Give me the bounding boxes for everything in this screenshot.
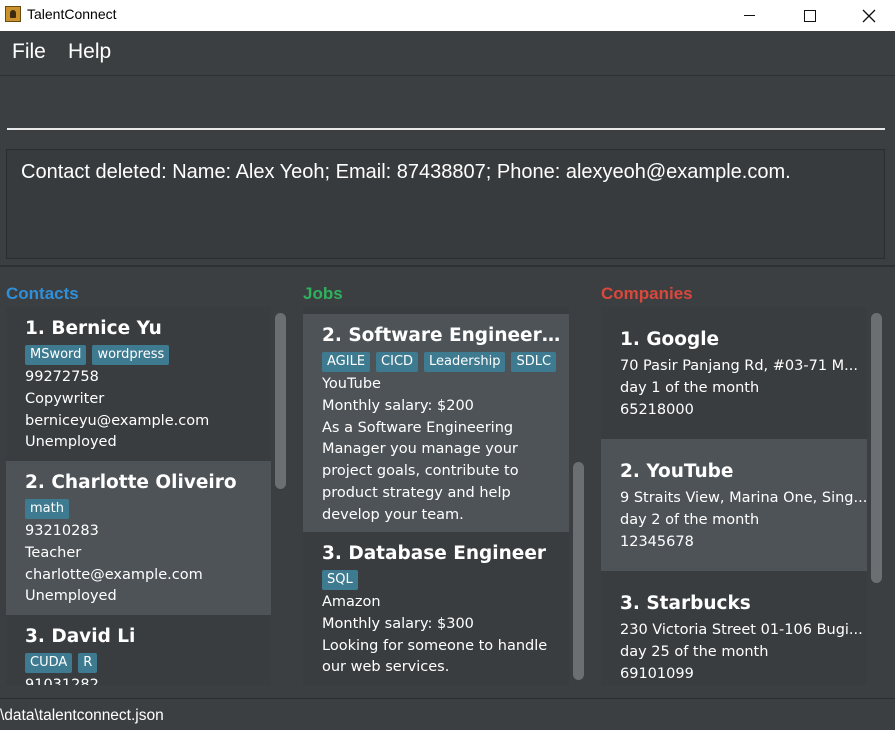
maximize-button[interactable] [781,0,839,31]
contact-card[interactable]: 1. Bernice Yu MSword wordpress 99272758 … [6,307,271,461]
minimize-button[interactable] [720,0,778,31]
menu-file[interactable]: File [12,40,46,64]
contact-phone: 99272758 [25,369,99,385]
company-name: 1. Google [620,329,720,350]
result-message: Contact deleted: Name: Alex Yeoh; Email:… [21,161,791,183]
contacts-scroll-thumb[interactable] [275,313,286,489]
contact-role: Teacher [25,544,82,561]
tag: wordpress [92,345,170,365]
tag: AGILE [322,352,371,372]
job-description: As a Software Engineering Manager you ma… [322,419,519,523]
contact-tags: math [25,499,271,519]
contacts-panel-title: Contacts [6,284,79,303]
result-display: Contact deleted: Name: Alex Yeoh; Email:… [6,149,885,259]
contact-name: 1. Bernice Yu [25,318,162,339]
jobs-list[interactable]: 2. Software Engineering ... AGILE CICD L… [303,307,569,685]
company-address: 70 Pasir Panjang Rd, #03-71 M... [620,358,859,374]
menu-bar: File Help [0,31,895,76]
company-billing-date: day 25 of the month [620,643,769,660]
companies-scroll-thumb[interactable] [871,313,882,583]
company-billing-date: day 2 of the month [620,511,760,528]
contact-email: charlotte@example.com [25,566,203,583]
tag: SQL [322,570,358,590]
divider [0,265,895,267]
jobs-scrollbar[interactable] [573,307,585,685]
close-button[interactable] [840,0,895,31]
contacts-list[interactable]: 1. Bernice Yu MSword wordpress 99272758 … [6,307,271,685]
tag: CICD [376,352,419,372]
title-bar: TalentConnect [0,0,895,31]
companies-panel-title: Companies [601,284,693,303]
command-box [0,76,895,134]
company-card[interactable]: 2. YouTube 9 Straits View, Marina One, S… [601,439,867,571]
tag: math [25,499,69,519]
company-address: 9 Straits View, Marina One, Sing... [620,490,867,506]
job-card[interactable]: 3. Database Engineer SQL Amazon Monthly … [303,532,569,685]
tag: SDLC [511,352,557,372]
company-phone: 69101099 [620,665,694,682]
tag: R [78,653,98,673]
job-salary: Monthly salary: $200 [322,397,474,414]
jobs-panel-title: Jobs [303,284,343,303]
contact-status: Unemployed [25,434,117,451]
company-name: 2. YouTube [620,461,734,482]
tag: CUDA [25,653,73,673]
contact-card[interactable]: 2. Charlotte Oliveiro math 93210283 Teac… [6,461,271,615]
contact-phone: 93210283 [25,523,99,539]
contact-status: Unemployed [25,588,117,605]
status-bar: \data\talentconnect.json [0,698,895,730]
window-title: TalentConnect [27,6,117,22]
jobs-scroll-thumb[interactable] [573,462,584,680]
companies-scrollbar[interactable] [871,307,883,685]
company-card[interactable]: 3. Starbucks 230 Victoria Street 01-106 … [601,571,867,685]
job-title: 3. Database Engineer [322,543,547,564]
company-phone: 65218000 [620,401,694,418]
tag: MSword [25,345,87,365]
job-salary: Monthly salary: $300 [322,615,474,632]
contact-phone: 91031282 [25,677,99,685]
job-card[interactable]: 2. Software Engineering ... AGILE CICD L… [303,314,569,532]
maximize-icon [804,9,816,22]
data-file-path: \data\talentconnect.json [0,707,164,724]
job-title: 2. Software Engineering ... [322,325,562,346]
company-phone: 12345678 [620,533,694,550]
job-tags: SQL [322,570,569,590]
close-icon [862,9,876,22]
contact-card[interactable]: 3. David Li CUDA R 91031282 [6,615,271,685]
contacts-scrollbar[interactable] [275,307,287,685]
tag: Leadership [424,352,506,372]
job-tags: AGILE CICD Leadership SDLC [322,352,569,372]
company-name: 3. Starbucks [620,593,751,614]
command-input[interactable] [7,86,885,130]
job-description: Looking for someone to handle our web se… [322,637,548,676]
job-company: YouTube [322,376,381,392]
minimize-icon [743,15,755,16]
job-company: Amazon [322,594,381,610]
contact-name: 2. Charlotte Oliveiro [25,472,237,493]
menu-help[interactable]: Help [68,40,111,64]
companies-list[interactable]: 1. Google 70 Pasir Panjang Rd, #03-71 M.… [601,307,867,685]
app-icon [5,6,21,22]
company-address: 230 Victoria Street 01-106 Bugi... [620,622,863,638]
contact-tags: MSword wordpress [25,345,271,365]
company-billing-date: day 1 of the month [620,379,760,396]
contact-tags: CUDA R [25,653,271,673]
contact-email: berniceyu@example.com [25,412,210,429]
company-card[interactable]: 1. Google 70 Pasir Panjang Rd, #03-71 M.… [601,307,867,439]
contact-name: 3. David Li [25,626,136,647]
contact-role: Copywriter [25,390,105,407]
